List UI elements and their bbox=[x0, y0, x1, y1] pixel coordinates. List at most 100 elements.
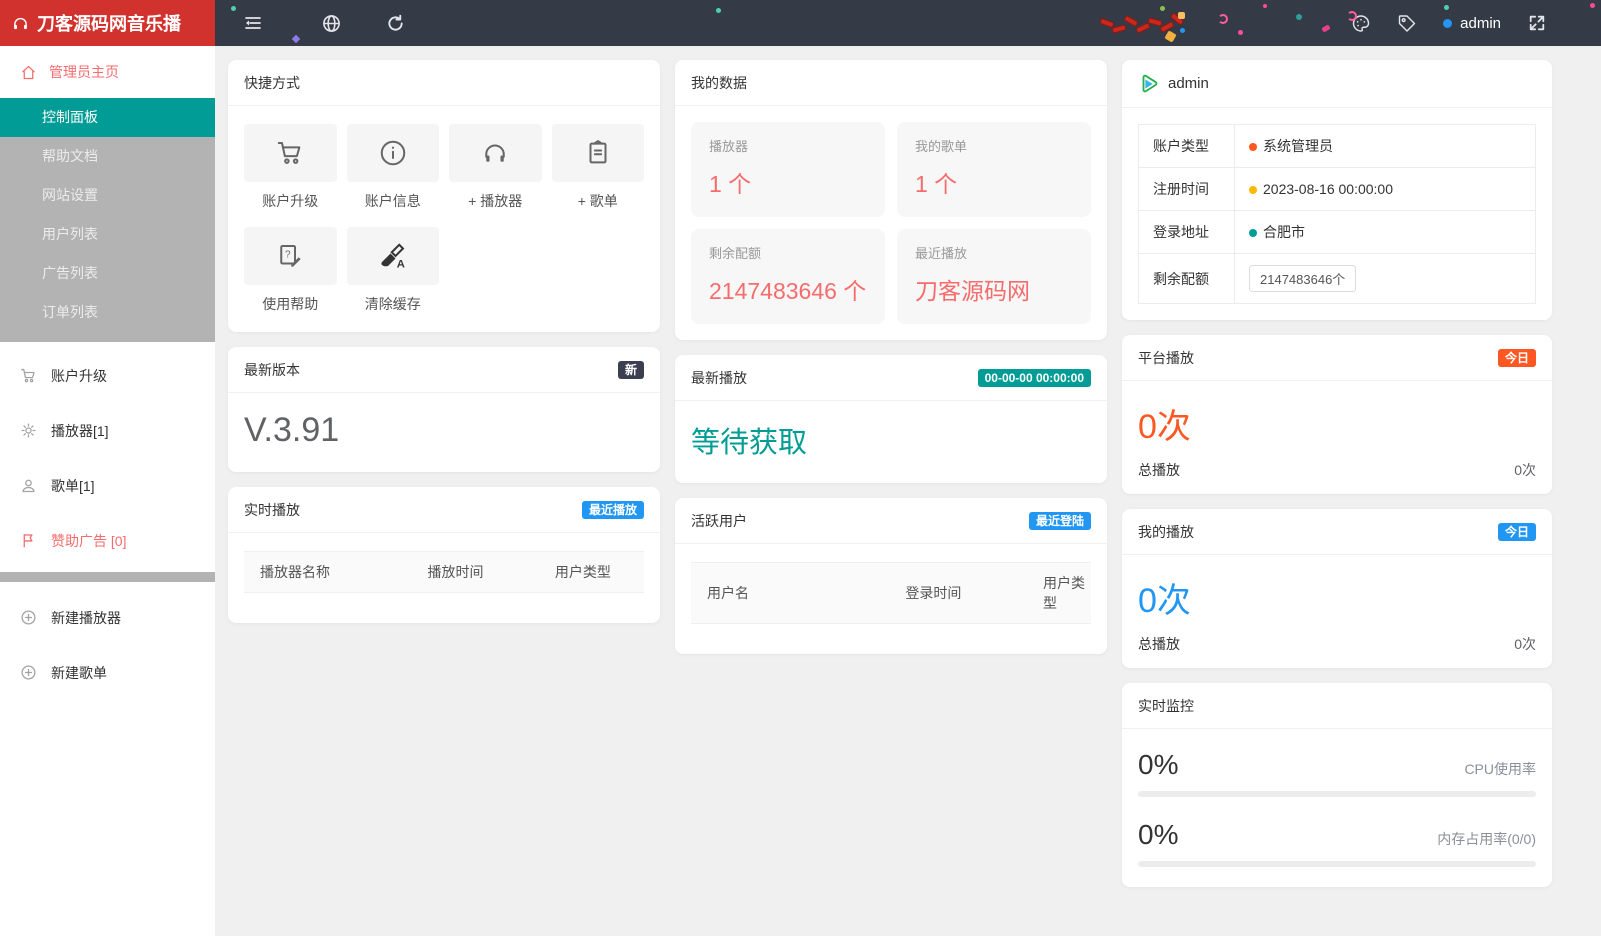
shortcut-add-player[interactable]: + 播放器 bbox=[449, 124, 542, 211]
home-icon bbox=[22, 65, 35, 79]
cpu-usage-label: CPU使用率 bbox=[1464, 761, 1536, 777]
stat-value: 刀客源码网 bbox=[915, 278, 1030, 304]
sidebar-item-site-settings[interactable]: 网站设置 bbox=[0, 176, 215, 215]
main-content: 快捷方式 账户升级 账户信息 + 播放器 + 歌单 ? 使用帮助 A 清除缓存 … bbox=[215, 46, 1601, 936]
stat-playlists: 我的歌单 1 个 bbox=[897, 122, 1091, 217]
sidebar-item-admin-home[interactable]: 管理员主页 bbox=[0, 46, 215, 98]
sidebar-item-new-player[interactable]: 新建播放器 bbox=[0, 590, 215, 645]
stat-value: 1 个 bbox=[709, 171, 752, 197]
card-title: 实时播放 bbox=[244, 501, 300, 518]
user-menu[interactable]: admin bbox=[1443, 15, 1501, 32]
today-badge: 今日 bbox=[1497, 522, 1536, 541]
confetti-dot bbox=[231, 6, 236, 11]
confetti-dot bbox=[1444, 5, 1449, 10]
username: admin bbox=[1460, 14, 1501, 32]
confetti-dot bbox=[1296, 14, 1302, 20]
sidebar-divider bbox=[0, 572, 215, 582]
profile-username: admin bbox=[1168, 75, 1209, 92]
sidebar-item-ad-list[interactable]: 广告列表 bbox=[0, 254, 215, 293]
quota-chip: 2147483646个 bbox=[1249, 265, 1357, 292]
sidebar-item-label: 赞助广告 [0] bbox=[51, 532, 127, 549]
table-row: 注册时间 2023-08-16 00:00:00 bbox=[1138, 167, 1536, 211]
stat-quota: 剩余配额 2147483646 个 bbox=[691, 229, 885, 324]
brush-icon: A bbox=[381, 243, 405, 270]
table-row: 剩余配额 2147483646个 bbox=[1138, 253, 1536, 304]
clipboard-icon bbox=[589, 140, 607, 164]
headphones-icon bbox=[14, 17, 27, 29]
column-header: 播放时间 bbox=[427, 564, 484, 580]
column-header: 用户类型 bbox=[554, 564, 611, 580]
total-play-value: 0次 bbox=[1514, 462, 1536, 478]
menu-fold-icon[interactable] bbox=[243, 13, 263, 33]
sidebar-item-label: 歌单[1] bbox=[51, 477, 95, 494]
shortcut-clear-cache[interactable]: A 清除缓存 bbox=[346, 227, 439, 314]
svg-text:?: ? bbox=[285, 249, 291, 260]
flag-icon bbox=[23, 534, 33, 548]
globe-icon[interactable] bbox=[321, 13, 341, 33]
recent-play-badge[interactable]: 最近播放 bbox=[581, 500, 644, 519]
refresh-icon[interactable] bbox=[385, 13, 405, 33]
stat-players: 播放器 1 个 bbox=[691, 122, 885, 217]
shortcut-usage-help[interactable]: ? 使用帮助 bbox=[244, 227, 337, 314]
sidebar-item-playlists[interactable]: 歌单[1] bbox=[0, 458, 215, 513]
online-status-dot bbox=[1443, 18, 1453, 28]
column-header: 用户类型 bbox=[1043, 575, 1085, 611]
my-data-card: 我的数据 播放器 1 个 我的歌单 1 个 剩余配额 2147483646 个 bbox=[675, 60, 1107, 340]
confetti-dot bbox=[1590, 3, 1595, 8]
recent-login-badge[interactable]: 最近登陆 bbox=[1028, 511, 1091, 530]
sidebar-item-order-list[interactable]: 订单列表 bbox=[0, 293, 215, 332]
sidebar-item-sponsor-ads[interactable]: 赞助广告 [0] bbox=[0, 513, 215, 568]
sidebar-item-players[interactable]: 播放器[1] bbox=[0, 403, 215, 458]
sidebar-item-help-docs[interactable]: 帮助文档 bbox=[0, 137, 215, 176]
row-value: 2023-08-16 00:00:00 bbox=[1263, 181, 1393, 197]
shortcuts-card: 快捷方式 账户升级 账户信息 + 播放器 + 歌单 ? 使用帮助 A 清除缓存 bbox=[228, 60, 660, 332]
plus-circle-icon bbox=[21, 665, 36, 680]
total-play-value: 0次 bbox=[1514, 636, 1536, 652]
cpu-progress-bar bbox=[1138, 791, 1536, 797]
shortcut-add-playlist[interactable]: + 歌单 bbox=[551, 124, 644, 211]
fullscreen-icon[interactable] bbox=[1527, 13, 1547, 33]
confetti-dot bbox=[716, 8, 721, 13]
column-header: 登录时间 bbox=[905, 585, 962, 601]
latest-play-value: 等待获取 bbox=[691, 427, 808, 459]
shortcut-label: 账户信息 bbox=[364, 193, 421, 209]
sidebar-item-user-list[interactable]: 用户列表 bbox=[0, 215, 215, 254]
sidebar-item-label: 管理员主页 bbox=[49, 64, 119, 80]
card-title: 最新版本 bbox=[244, 361, 300, 378]
total-play-label: 总播放 bbox=[1138, 462, 1180, 478]
tag-icon[interactable] bbox=[1397, 13, 1417, 33]
app-logo[interactable]: 刀客源码网音乐播 bbox=[0, 0, 215, 46]
sidebar-item-label: 新建歌单 bbox=[51, 664, 107, 681]
row-value: 合肥市 bbox=[1263, 224, 1305, 240]
column-header: 播放器名称 bbox=[260, 564, 330, 580]
memory-usage-row: 0% 内存占用率(0/0) bbox=[1138, 819, 1536, 867]
sidebar-submenu: 控制面板 帮助文档 网站设置 用户列表 广告列表 订单列表 bbox=[0, 98, 215, 342]
info-circle-icon bbox=[380, 140, 405, 166]
cart-icon bbox=[21, 368, 35, 383]
row-label: 剩余配额 bbox=[1138, 253, 1235, 304]
sidebar-item-new-playlist[interactable]: 新建歌单 bbox=[0, 645, 215, 700]
timestamp-badge: 00-00-00 00:00:00 bbox=[977, 368, 1091, 387]
confetti-dot bbox=[1238, 30, 1243, 35]
sidebar-item-label: 新建播放器 bbox=[51, 609, 121, 626]
cpu-usage-value: 0% bbox=[1138, 749, 1179, 780]
realtime-play-card: 实时播放 最近播放 播放器名称 播放时间 用户类型 bbox=[228, 487, 660, 623]
headphones-icon bbox=[485, 144, 505, 162]
card-title: 活跃用户 bbox=[691, 512, 747, 529]
table-row: 账户类型 系统管理员 bbox=[1138, 124, 1536, 168]
sidebar-item-account-upgrade[interactable]: 账户升级 bbox=[0, 348, 215, 403]
plus-circle-icon bbox=[21, 610, 36, 625]
latest-play-card: 最新播放 00-00-00 00:00:00 等待获取 bbox=[675, 355, 1107, 483]
platform-play-card: 平台播放 今日 0次 总播放 0次 bbox=[1122, 335, 1552, 494]
active-users-table: 用户名 登录时间 用户类型 bbox=[691, 562, 1091, 624]
status-dot bbox=[1249, 186, 1257, 195]
active-users-card: 活跃用户 最近登陆 用户名 登录时间 用户类型 bbox=[675, 498, 1107, 654]
sidebar-item-dashboard[interactable]: 控制面板 bbox=[0, 98, 215, 137]
cpu-usage-row: 0% CPU使用率 bbox=[1138, 749, 1536, 797]
shortcut-account-info[interactable]: 账户信息 bbox=[346, 124, 439, 211]
card-title: 最新播放 bbox=[691, 369, 747, 386]
stat-label: 剩余配额 bbox=[709, 246, 762, 261]
shortcut-account-upgrade[interactable]: 账户升级 bbox=[244, 124, 337, 211]
row-value: 系统管理员 bbox=[1263, 138, 1333, 154]
card-title: 我的播放 bbox=[1138, 523, 1194, 540]
